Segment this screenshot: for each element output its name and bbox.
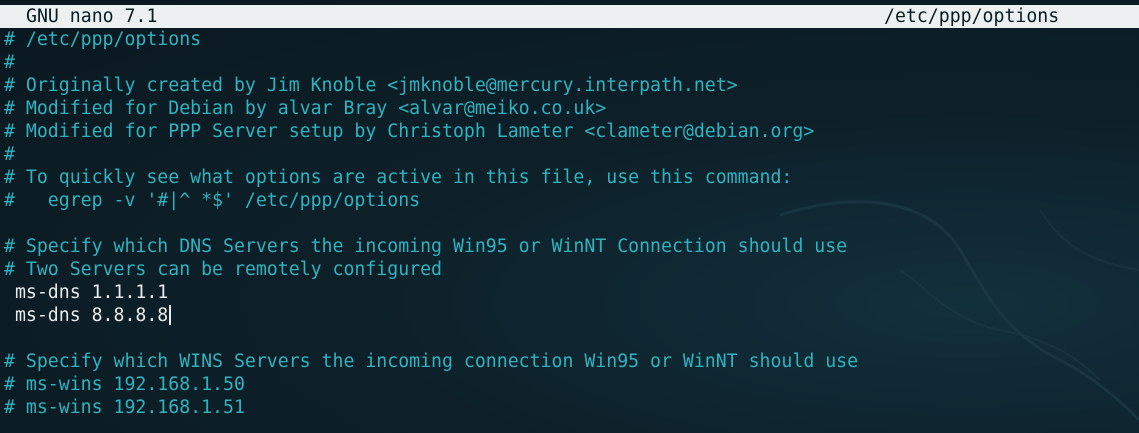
buffer-line[interactable]: ms-dns 8.8.8.8 bbox=[4, 304, 1139, 327]
buffer-line[interactable]: # ms-wins 192.168.1.51 bbox=[4, 396, 1139, 419]
config-text: ms-dns 8.8.8.8 bbox=[4, 305, 169, 326]
comment-text: # Specify which WINS Servers the incomin… bbox=[4, 351, 859, 372]
comment-text: # Specify which DNS Servers the incoming… bbox=[4, 236, 848, 257]
app-name: GNU nano 7.1 bbox=[26, 6, 158, 27]
comment-text: # To quickly see what options are active… bbox=[4, 167, 793, 188]
buffer-line[interactable]: # Specify which DNS Servers the incoming… bbox=[4, 235, 1139, 258]
comment-text: # Originally created by Jim Knoble <jmkn… bbox=[4, 75, 738, 96]
config-text: ms-dns 1.1.1.1 bbox=[4, 282, 169, 303]
buffer-line[interactable]: # Originally created by Jim Knoble <jmkn… bbox=[4, 74, 1139, 97]
buffer-line[interactable]: # bbox=[4, 51, 1139, 74]
nano-title-bar: GNU nano 7.1 /etc/ppp/options bbox=[0, 5, 1139, 28]
comment-text: # bbox=[4, 144, 15, 165]
text-buffer[interactable]: # /etc/ppp/options # # Originally created … bbox=[4, 28, 1139, 419]
comment-text: # /etc/ppp/options bbox=[4, 29, 202, 50]
buffer-line[interactable]: ms-dns 1.1.1.1 bbox=[4, 281, 1139, 304]
buffer-line[interactable]: # egrep -v '#|^ *$' /etc/ppp/options bbox=[4, 189, 1139, 212]
buffer-line[interactable] bbox=[4, 327, 1139, 350]
buffer-line[interactable]: # ms-wins 192.168.1.50 bbox=[4, 373, 1139, 396]
text-cursor bbox=[169, 305, 172, 325]
buffer-line[interactable]: # /etc/ppp/options bbox=[4, 28, 1139, 51]
file-name: /etc/ppp/options bbox=[884, 6, 1060, 27]
comment-text: # Two Servers can be remotely configured bbox=[4, 259, 442, 280]
comment-text: # Modified for PPP Server setup by Chris… bbox=[4, 121, 815, 142]
nano-editor-window: GNU nano 7.1 /etc/ppp/options # /etc/ppp… bbox=[0, 0, 1139, 433]
buffer-line[interactable] bbox=[4, 212, 1139, 235]
comment-text: # bbox=[4, 52, 15, 73]
buffer-line[interactable]: # To quickly see what options are active… bbox=[4, 166, 1139, 189]
buffer-line[interactable]: # bbox=[4, 143, 1139, 166]
buffer-line[interactable]: # Two Servers can be remotely configured bbox=[4, 258, 1139, 281]
buffer-line[interactable]: # Modified for PPP Server setup by Chris… bbox=[4, 120, 1139, 143]
comment-text: # Modified for Debian by alvar Bray <alv… bbox=[4, 98, 607, 119]
comment-text: # egrep -v '#|^ *$' /etc/ppp/options bbox=[4, 190, 421, 211]
comment-text: # ms-wins 192.168.1.50 bbox=[4, 374, 245, 395]
buffer-line[interactable]: # Modified for Debian by alvar Bray <alv… bbox=[4, 97, 1139, 120]
buffer-line[interactable]: # Specify which WINS Servers the incomin… bbox=[4, 350, 1139, 373]
comment-text: # ms-wins 192.168.1.51 bbox=[4, 397, 245, 418]
